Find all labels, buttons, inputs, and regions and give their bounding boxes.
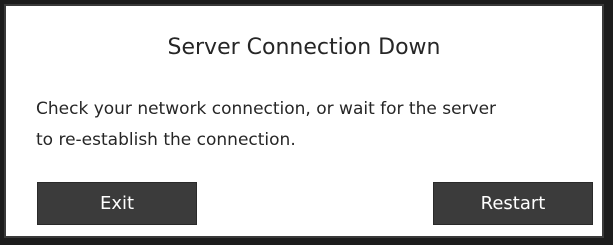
dialog-message-line-2: to re-establish the connection. [36,130,296,150]
dialog-message-line-1: Check your network connection, or wait f… [36,99,497,119]
server-connection-dialog: Server Connection Down Check your networ… [4,4,604,238]
exit-button-label: Exit [99,193,135,214]
exit-button[interactable]: Exit [37,182,197,225]
restart-button-label: Restart [480,193,546,214]
dialog-title: Server Connection Down [167,35,441,60]
restart-button[interactable]: Restart [433,182,593,225]
dialog-message: Check your network connection, or wait f… [36,94,596,156]
